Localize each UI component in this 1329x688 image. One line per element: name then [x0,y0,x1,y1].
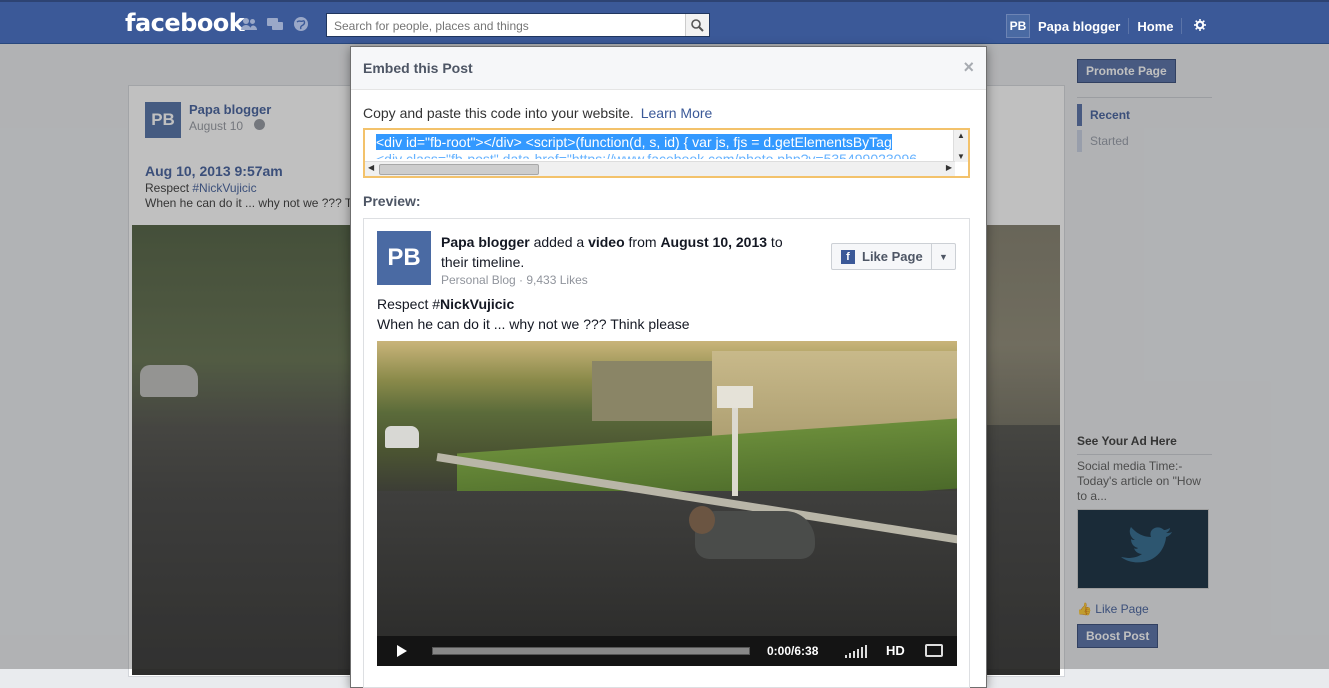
from-text: from [624,234,661,250]
video-progress-bar[interactable] [432,647,750,655]
volume-icon[interactable] [845,644,867,658]
profile-avatar[interactable]: PB [1006,14,1030,38]
preview-author-avatar[interactable]: PB [377,231,431,285]
facebook-f-icon: f [841,250,855,264]
like-page-button[interactable]: f Like Page ▼ [831,243,956,270]
profile-name-link[interactable]: Papa blogger [1038,19,1120,34]
scroll-up-arrow-icon[interactable]: ▲ [957,131,965,140]
preview-headline: Papa blogger added a video from August 1… [441,232,811,272]
video-scenery [717,386,753,408]
embed-code-textarea[interactable]: <div id="fb-root"></div> <script>(functi… [363,128,970,178]
instruction-text: Copy and paste this code into your websi… [363,105,634,121]
friend-requests-icon[interactable] [240,16,258,32]
facebook-logo[interactable]: facebook [125,9,245,37]
selected-code: <div id="fb-root"></div> <script>(functi… [376,134,892,150]
settings-gear-icon[interactable] [1194,18,1207,34]
scroll-right-arrow-icon[interactable]: ▶ [946,163,952,172]
dialog-title: Embed this Post [363,60,473,76]
preview-subtitle: Personal Blog · 9,433 Likes [441,273,588,287]
search-input[interactable] [332,15,686,37]
notifications-globe-icon[interactable] [292,16,310,32]
preview-date-link[interactable]: August 10, 2013 [660,234,767,250]
embed-instructions: Copy and paste this code into your websi… [363,105,712,121]
embed-code-line-2: <div class="fb-post" data-href="https://… [376,151,918,159]
search-button[interactable] [685,14,709,36]
scroll-thumb[interactable] [379,164,539,175]
notification-jewels [240,16,310,32]
embedded-post-preview: PB Papa blogger added a video from Augus… [363,218,970,688]
top-bar: facebook PB Papa blogger Home [0,0,1329,44]
respect-prefix: Respect # [377,296,441,312]
fullscreen-icon[interactable] [925,644,943,657]
dialog-header: Embed this Post × [351,47,986,90]
nav-divider [1128,18,1130,34]
video-controls: 0:00/6:38 HD [377,636,957,666]
nav-divider [1181,18,1183,34]
like-page-label: Like Page [862,249,923,264]
preview-respect-line: Respect #NickVujicic [377,296,514,312]
vertical-scrollbar[interactable]: ▲ ▼ [953,130,968,162]
preview-author-link[interactable]: Papa blogger [441,234,530,250]
chevron-down-icon[interactable]: ▼ [931,244,955,269]
embed-post-dialog: Embed this Post × Copy and paste this co… [350,46,987,688]
video-link[interactable]: video [588,234,625,250]
horizontal-scrollbar[interactable]: ◀ ▶ [365,161,955,176]
preview-video-player[interactable]: 0:00/6:38 HD [377,341,957,666]
video-scenery [592,361,717,421]
preview-hashtag-link[interactable]: NickVujicic [440,296,514,312]
video-scenery [689,506,715,534]
messages-icon[interactable] [266,16,284,32]
learn-more-link[interactable]: Learn More [641,105,713,121]
hd-toggle[interactable]: HD [886,643,905,658]
close-icon[interactable]: × [963,57,974,78]
added-a-text: added a [529,234,589,250]
top-navigation: PB Papa blogger Home [1006,13,1207,39]
search-box [326,13,710,37]
scroll-left-arrow-icon[interactable]: ◀ [368,163,374,172]
play-icon[interactable] [387,636,417,666]
preview-label: Preview: [363,193,421,209]
preview-text: When he can do it ... why not we ??? Thi… [377,316,690,332]
video-scenery [385,426,419,448]
scroll-down-arrow-icon[interactable]: ▼ [957,152,965,161]
video-time: 0:00/6:38 [767,644,819,658]
video-scenery [732,396,738,496]
search-icon [691,18,704,32]
embed-code-line-1: <div id="fb-root"></div> <script>(functi… [376,134,892,150]
home-link[interactable]: Home [1137,19,1173,34]
